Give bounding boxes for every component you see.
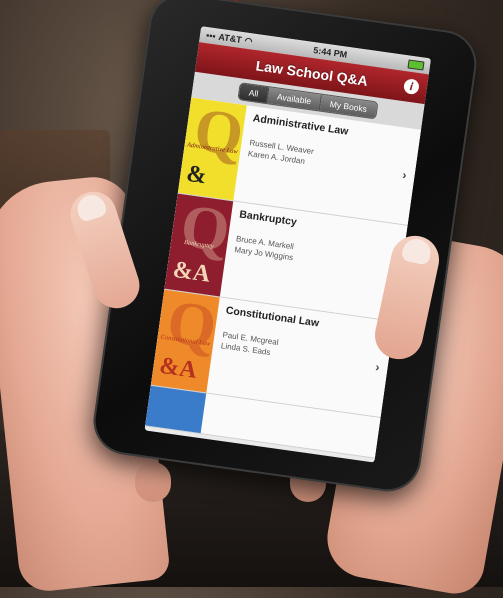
segment-available[interactable]: Available: [267, 87, 323, 111]
cover-amp-glyph: &A: [171, 256, 212, 288]
thumbnail-nail: [400, 236, 434, 266]
cover-q-glyph: Q: [163, 289, 220, 362]
finger: [135, 462, 171, 502]
cover-q-glyph: Q: [190, 97, 247, 170]
thumbnail-nail: [74, 191, 109, 223]
signal-icon: ▪▪▪: [205, 30, 217, 42]
cover-q-glyph: Q: [176, 193, 234, 266]
status-time: 5:44 PM: [312, 45, 348, 60]
segment-all[interactable]: All: [238, 83, 270, 104]
carrier-label: AT&T: [217, 31, 243, 45]
chevron-right-icon[interactable]: ›: [375, 360, 381, 374]
chevron-right-icon[interactable]: ›: [402, 168, 408, 182]
info-icon[interactable]: i: [402, 78, 420, 96]
segment-my-books[interactable]: My Books: [319, 94, 377, 119]
cover-amp-glyph: &A: [157, 352, 199, 384]
cover-amp-glyph: &: [184, 160, 209, 190]
book-list: Q Administrative Law & Administrative La…: [145, 97, 422, 459]
wifi-icon: ◠: [244, 34, 254, 46]
battery-icon: [407, 58, 425, 71]
book-cover: [145, 385, 207, 434]
